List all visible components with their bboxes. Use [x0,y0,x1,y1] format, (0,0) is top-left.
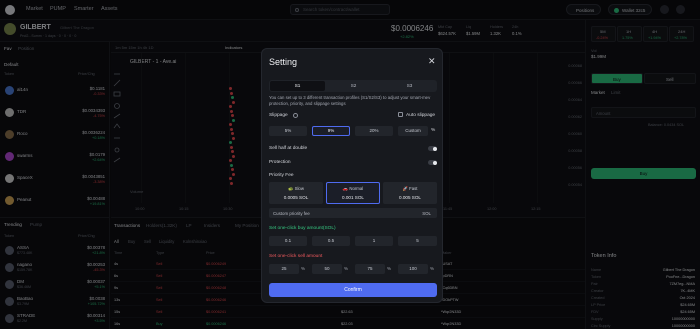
profile-description: You can set up to 3 different transactio… [269,95,431,106]
auto-slippage-label[interactable]: Auto slippage [406,113,435,118]
sell-half-label: Sell half at double [269,146,308,151]
fee-slow[interactable]: 🐢 Slow 0.0005 SOL [269,182,323,204]
tab-s3[interactable]: S3 [382,81,437,91]
slippage-label: Slippage [269,113,288,118]
sell-amount-25[interactable]: 25 [269,264,299,274]
slippage-custom[interactable]: Custom [398,126,428,136]
slippage-9[interactable]: 9% [312,126,350,136]
rocket-icon: 🚀 [402,186,408,191]
protection-toggle[interactable] [428,160,437,165]
turtle-icon: 🐢 [288,186,294,191]
custom-priority-fee-input[interactable]: Custom priority fee SOL [269,208,437,218]
dialog-title: Setting [269,57,298,67]
confirm-button[interactable]: Confirm [269,283,437,297]
sell-amount-100[interactable]: 100 [398,264,428,274]
car-icon: 🚗 [342,186,349,191]
fee-normal[interactable]: 🚗 Normal 0.001 SOL [326,182,380,204]
sell-half-toggle[interactable] [428,146,437,151]
tab-s2[interactable]: S2 [326,81,381,91]
priority-fee-label: Priority Fee [269,173,294,178]
protection-label: Protection [269,160,291,165]
sell-amount-label: Set one-click sell amount [269,254,323,259]
buy-amount-5[interactable]: 5 [398,236,437,246]
buy-amount-0-1[interactable]: 0.1 [269,236,307,246]
close-icon[interactable]: ✕ [428,57,436,66]
slippage-5[interactable]: 5% [269,126,307,136]
settings-dialog: Setting ✕ S1 S2 S3 You can set up to 3 d… [261,48,443,303]
sell-amount-75[interactable]: 75 [355,264,385,274]
slippage-20[interactable]: 20% [355,126,393,136]
buy-amount-label: Set one-click buy amount(SOL) [269,226,336,231]
info-icon [293,113,298,118]
auto-slippage-checkbox[interactable] [398,112,403,117]
buy-amount-1[interactable]: 1 [355,236,393,246]
profile-tabs: S1 S2 S3 [269,80,437,92]
tab-s1[interactable]: S1 [270,81,325,91]
fee-fast[interactable]: 🚀 Fast 0.005 SOL [383,182,437,204]
sell-amount-50[interactable]: 50 [312,264,342,274]
buy-amount-0-5[interactable]: 0.5 [312,236,350,246]
